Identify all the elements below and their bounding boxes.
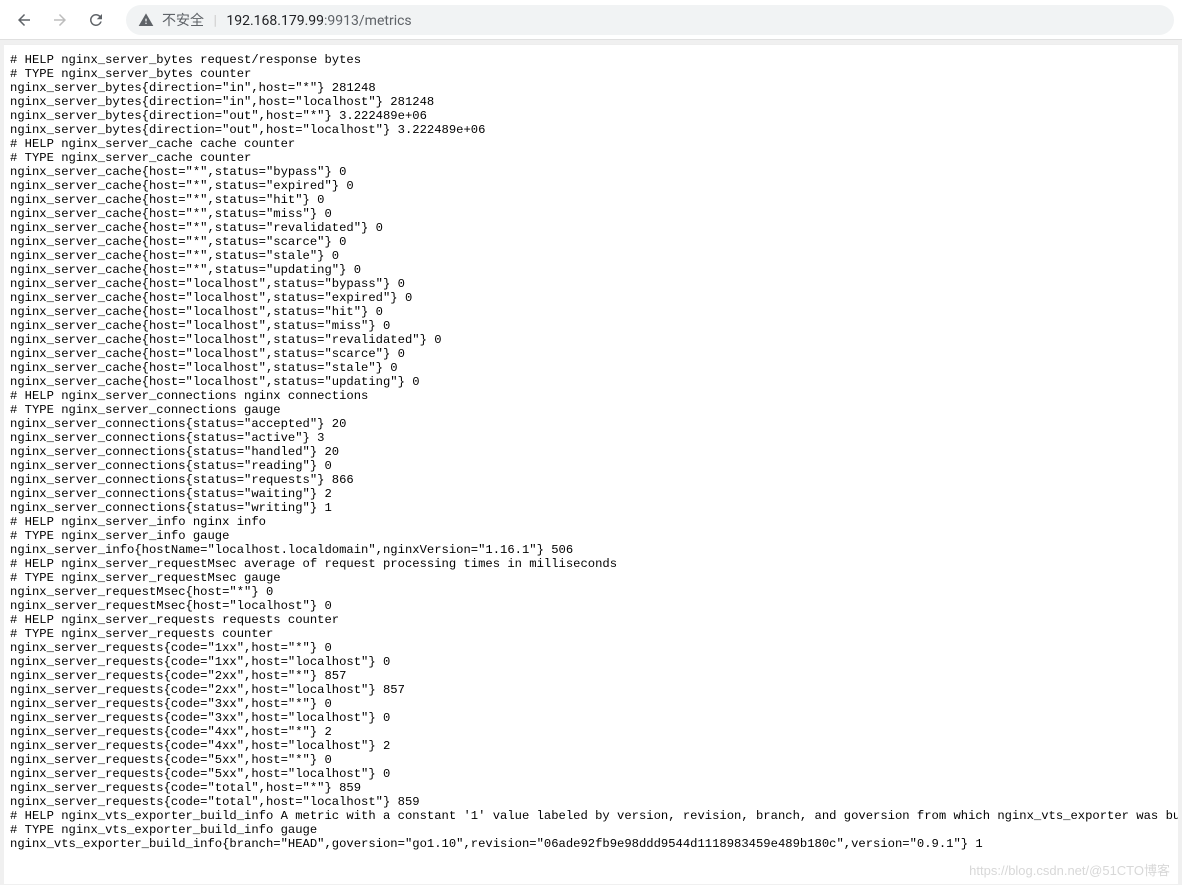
url-port: :9913 [324, 13, 359, 29]
address-text: 不安全 | 192.168.179.99:9913/metrics [162, 10, 412, 30]
security-label: 不安全 [162, 13, 204, 29]
url-host: 192.168.179.99 [226, 13, 324, 29]
browser-toolbar: 不安全 | 192.168.179.99:9913/metrics [0, 0, 1182, 40]
address-separator: | [213, 13, 216, 29]
reload-button[interactable] [80, 4, 112, 36]
forward-button[interactable] [44, 4, 76, 36]
url-path: /metrics [359, 13, 412, 29]
arrow-right-icon [51, 11, 69, 29]
arrow-left-icon [15, 11, 33, 29]
address-bar[interactable]: 不安全 | 192.168.179.99:9913/metrics [126, 5, 1174, 35]
reload-icon [87, 11, 105, 29]
back-button[interactable] [8, 4, 40, 36]
insecure-warning-icon [138, 12, 154, 28]
metrics-text: # HELP nginx_server_bytes request/respon… [10, 53, 1172, 851]
page-content: # HELP nginx_server_bytes request/respon… [4, 44, 1178, 884]
